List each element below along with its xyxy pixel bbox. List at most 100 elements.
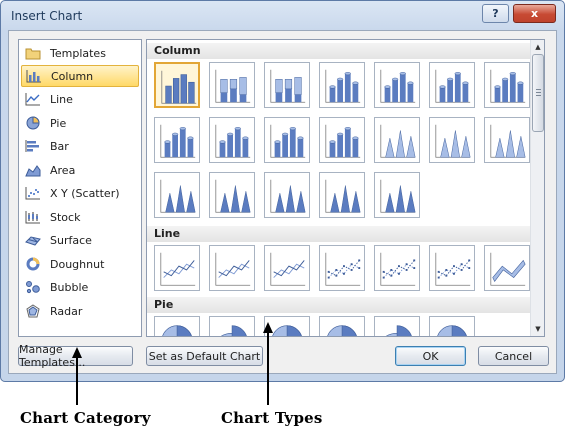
category-label: X Y (Scatter)	[50, 186, 120, 200]
category-item-bubble[interactable]: Bubble	[21, 276, 139, 298]
category-label: Pie	[50, 116, 67, 130]
category-item-doughnut[interactable]: Doughnut	[21, 253, 139, 275]
column-type-preview-icon	[325, 179, 361, 213]
line-type-preview-icon	[435, 252, 471, 286]
section-header-pie: Pie	[147, 297, 530, 313]
column-type-thumb[interactable]	[154, 62, 200, 108]
chart-types-panel: Column Line Pie ▲ ▼	[146, 39, 545, 337]
title-bar[interactable]: Insert Chart ? x	[1, 1, 564, 31]
types-arrow-line	[267, 331, 269, 405]
line-type-thumb[interactable]	[209, 245, 255, 291]
scroll-down-arrow-icon[interactable]: ▼	[531, 322, 544, 336]
line-type-preview-icon	[160, 252, 196, 286]
category-item-templates[interactable]: Templates	[21, 42, 139, 64]
column-type-thumb[interactable]	[484, 62, 530, 108]
column-type-preview-icon	[435, 69, 471, 103]
line-type-thumb[interactable]	[264, 245, 310, 291]
column-type-preview-icon	[270, 69, 306, 103]
category-item-radar[interactable]: Radar	[21, 300, 139, 322]
section-header-line: Line	[147, 226, 530, 242]
pie-type-preview-icon	[385, 325, 412, 336]
column-type-preview-icon	[270, 124, 306, 158]
line-type-thumb[interactable]	[374, 245, 420, 291]
insert-chart-dialog: Insert Chart ? x Templates Column Line P…	[0, 0, 565, 382]
category-item-pie[interactable]: Pie	[21, 112, 139, 134]
category-label: Surface	[50, 233, 92, 247]
line-type-preview-icon	[270, 252, 306, 286]
line-type-thumb[interactable]	[154, 245, 200, 291]
scrollbar-grip-icon	[536, 89, 541, 96]
chart-types-caption: Chart Types	[221, 409, 323, 427]
category-label: Radar	[50, 304, 83, 318]
column-type-thumb[interactable]	[209, 172, 255, 218]
help-button[interactable]: ?	[482, 4, 509, 23]
pie-type-preview-icon	[272, 325, 302, 336]
column-type-thumb[interactable]	[264, 172, 310, 218]
pie-type-thumb[interactable]	[209, 316, 255, 336]
column-type-preview-icon	[325, 124, 361, 158]
column-type-thumb[interactable]	[429, 62, 475, 108]
column-type-thumb[interactable]	[319, 172, 365, 218]
line-type-preview-icon	[380, 252, 416, 286]
category-label: Bubble	[50, 280, 89, 294]
ok-button[interactable]: OK	[395, 346, 466, 366]
column-type-thumb[interactable]	[209, 62, 255, 108]
column-type-thumb[interactable]	[319, 117, 365, 163]
bar-chart-icon	[25, 140, 39, 152]
column-type-preview-icon	[380, 69, 416, 103]
cancel-button[interactable]: Cancel	[478, 346, 549, 366]
scatter-chart-icon	[25, 187, 40, 200]
column-type-preview-icon	[380, 124, 416, 158]
column-type-thumb[interactable]	[374, 117, 420, 163]
doughnut-chart-icon	[26, 257, 40, 271]
column-type-thumb[interactable]	[154, 117, 200, 163]
line-type-thumb[interactable]	[429, 245, 475, 291]
column-type-thumb[interactable]	[484, 117, 530, 163]
line-chart-icon	[25, 93, 40, 106]
category-label: Column	[51, 69, 94, 83]
category-item-scatter[interactable]: X Y (Scatter)	[21, 182, 139, 204]
column-type-preview-icon	[215, 179, 251, 213]
column-type-thumb[interactable]	[429, 117, 475, 163]
category-label: Area	[50, 163, 76, 177]
column-type-thumb[interactable]	[319, 62, 365, 108]
pie-type-thumb[interactable]	[319, 316, 365, 336]
column-type-preview-icon	[270, 179, 306, 213]
chart-category-list: Templates Column Line Pie Bar Area X Y (…	[18, 39, 142, 337]
scroll-up-arrow-icon[interactable]: ▲	[531, 40, 544, 54]
category-item-surface[interactable]: Surface	[21, 229, 139, 251]
pie-type-preview-icon	[220, 325, 247, 336]
category-label: Templates	[50, 46, 106, 60]
close-button[interactable]: x	[513, 4, 556, 23]
category-label: Line	[50, 92, 73, 106]
category-label: Doughnut	[50, 257, 105, 271]
dialog-title: Insert Chart	[11, 9, 83, 23]
templates-folder-icon	[25, 48, 41, 60]
category-item-area[interactable]: Area	[21, 159, 139, 181]
chart-category-caption: Chart Category	[20, 409, 151, 427]
line-type-thumb[interactable]	[319, 245, 365, 291]
category-item-line[interactable]: Line	[21, 88, 139, 110]
pie-type-thumb[interactable]	[374, 316, 420, 336]
pie-type-preview-icon	[327, 325, 357, 336]
help-icon: ?	[492, 7, 499, 20]
bubble-chart-icon	[26, 281, 40, 294]
dialog-body: Templates Column Line Pie Bar Area X Y (…	[8, 30, 557, 374]
chart-types-scrollbar[interactable]: ▲ ▼	[530, 40, 544, 336]
scrollbar-thumb[interactable]	[532, 54, 544, 132]
column-type-thumb[interactable]	[374, 62, 420, 108]
column-type-thumb[interactable]	[264, 117, 310, 163]
column-type-thumb[interactable]	[154, 172, 200, 218]
surface-chart-icon	[25, 236, 41, 246]
pie-type-thumb[interactable]	[154, 316, 200, 336]
column-type-preview-icon	[161, 70, 197, 104]
category-item-stock[interactable]: Stock	[21, 206, 139, 228]
line-type-thumb[interactable]	[484, 245, 530, 291]
column-type-thumb[interactable]	[209, 117, 255, 163]
category-item-column[interactable]: Column	[21, 65, 139, 87]
set-as-default-chart-button[interactable]: Set as Default Chart	[146, 346, 263, 366]
column-type-thumb[interactable]	[374, 172, 420, 218]
category-item-bar[interactable]: Bar	[21, 135, 139, 157]
column-type-thumb[interactable]	[264, 62, 310, 108]
pie-type-thumb[interactable]	[429, 316, 475, 336]
